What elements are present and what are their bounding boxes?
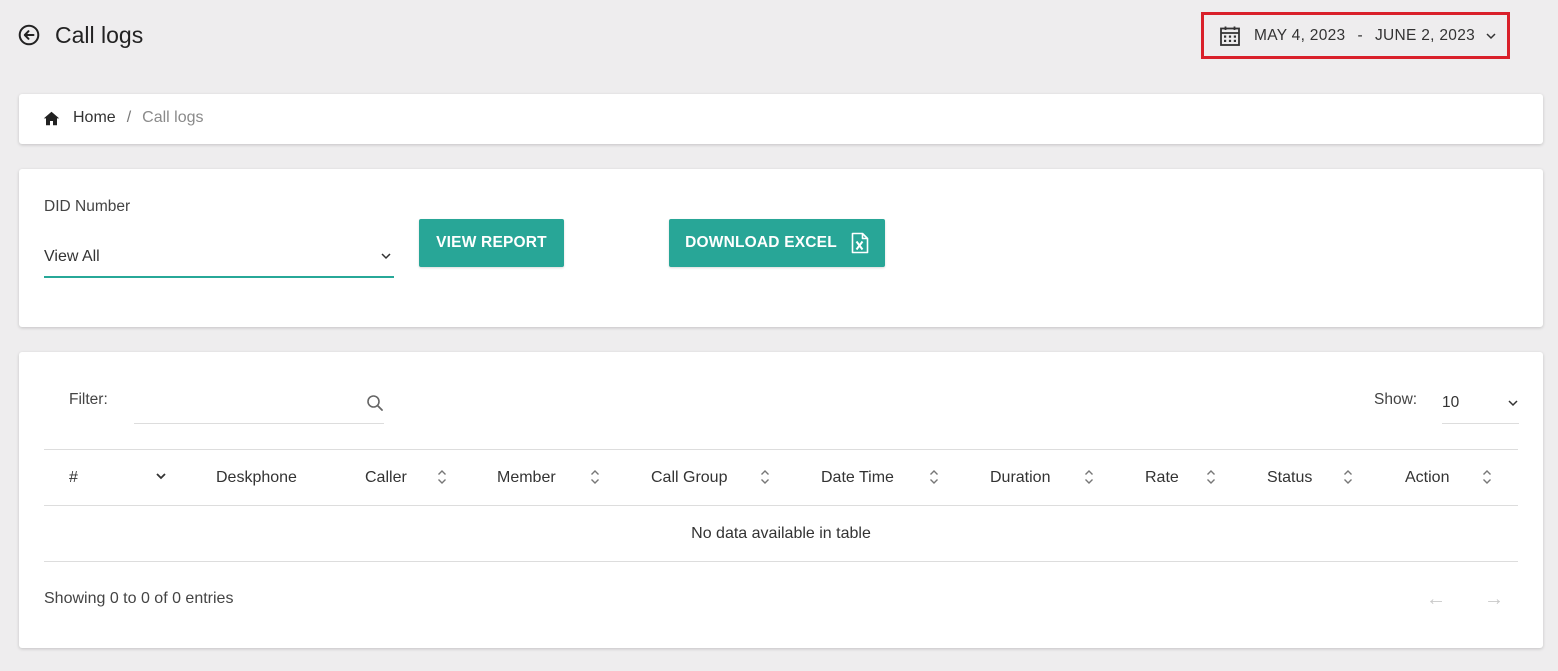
sort-icon	[929, 469, 939, 485]
view-report-button[interactable]: VIEW REPORT	[419, 219, 564, 267]
column-label: Action	[1405, 468, 1450, 486]
breadcrumb-card: Home / Call logs	[19, 94, 1543, 144]
did-number-select[interactable]: View All	[44, 235, 394, 278]
date-range-picker[interactable]: MAY 4, 2023 - JUNE 2, 2023	[1201, 12, 1510, 59]
column-label: Duration	[990, 468, 1051, 486]
sort-icon	[1206, 469, 1216, 485]
column-label: #	[69, 468, 78, 486]
sort-icon	[1084, 469, 1094, 485]
download-excel-button[interactable]: DOWNLOAD EXCEL	[669, 219, 885, 267]
page-title: Call logs	[55, 22, 144, 48]
table-header: # Deskphone Caller Member Call Group Dat…	[44, 449, 1518, 506]
date-start: MAY 4, 2023	[1254, 26, 1346, 44]
column-header-duration[interactable]: Duration	[990, 450, 1120, 505]
column-label: Rate	[1145, 468, 1179, 486]
empty-table-message: No data available in table	[44, 506, 1518, 562]
column-label: Call Group	[651, 468, 728, 486]
column-header-action[interactable]: Action	[1405, 450, 1518, 505]
home-icon[interactable]	[43, 110, 60, 127]
excel-file-icon	[851, 232, 869, 254]
previous-page-button[interactable]: ←	[1426, 588, 1446, 611]
calendar-icon	[1219, 25, 1241, 47]
download-excel-label: DOWNLOAD EXCEL	[685, 234, 837, 251]
call-logs-table-card: Filter: Show: 10 # Deskphone Caller Memb…	[19, 352, 1543, 648]
show-entries-value: 10	[1442, 393, 1460, 411]
filter-input[interactable]	[134, 382, 366, 423]
chevron-down-icon	[1485, 32, 1497, 40]
column-header-caller[interactable]: Caller	[365, 450, 465, 505]
next-page-button[interactable]: →	[1484, 588, 1504, 611]
top-bar: Call logs MAY 4, 2023 - JUNE 2, 2023	[0, 0, 1558, 72]
breadcrumb: Home / Call logs	[43, 109, 204, 127]
column-header-deskphone[interactable]: Deskphone	[216, 450, 346, 505]
show-entries-label: Show:	[1374, 391, 1418, 408]
chevron-down-icon	[155, 472, 167, 480]
column-label: Deskphone	[216, 468, 297, 486]
sort-icon	[1482, 469, 1492, 485]
did-number-label: DID Number	[44, 198, 131, 215]
column-header-number[interactable]: #	[69, 450, 179, 505]
filter-label: Filter:	[69, 391, 108, 408]
column-header-date-time[interactable]: Date Time	[821, 450, 961, 505]
filter-input-wrapper	[134, 382, 384, 424]
breadcrumb-home[interactable]: Home	[73, 109, 116, 127]
show-entries-select[interactable]: 10	[1442, 382, 1519, 424]
filter-form-card: DID Number View All VIEW REPORT DOWNLOAD…	[19, 169, 1543, 327]
date-end: JUNE 2, 2023	[1374, 26, 1476, 44]
column-header-status[interactable]: Status	[1267, 450, 1387, 505]
breadcrumb-separator: /	[126, 109, 132, 126]
back-icon[interactable]	[18, 24, 40, 46]
table-info: Showing 0 to 0 of 0 entries	[44, 590, 234, 607]
chevron-down-icon	[380, 252, 392, 260]
column-label: Member	[497, 468, 556, 486]
sort-icon	[590, 469, 600, 485]
chevron-down-icon	[1507, 399, 1519, 407]
sort-icon	[1343, 469, 1353, 485]
search-icon	[366, 394, 384, 412]
breadcrumb-current: Call logs	[142, 109, 204, 126]
sort-icon	[760, 469, 770, 485]
column-header-member[interactable]: Member	[497, 450, 617, 505]
column-header-call-group[interactable]: Call Group	[651, 450, 791, 505]
column-label: Caller	[365, 468, 407, 486]
date-separator: -	[1357, 26, 1363, 44]
column-label: Date Time	[821, 468, 894, 486]
did-number-value: View All	[44, 247, 100, 265]
sort-icon	[437, 469, 447, 485]
column-label: Status	[1267, 468, 1313, 486]
column-header-rate[interactable]: Rate	[1145, 450, 1245, 505]
